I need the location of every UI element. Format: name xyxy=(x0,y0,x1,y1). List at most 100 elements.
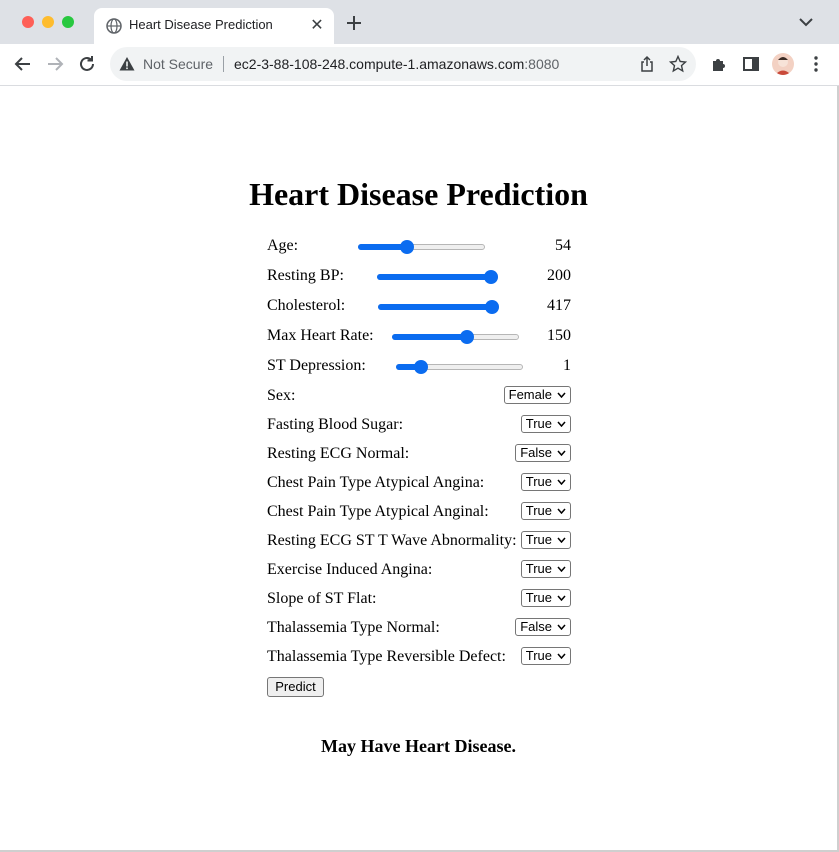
slope-st-flat-label: Slope of ST Flat: xyxy=(267,590,377,607)
resting-ecg-normal-label: Resting ECG Normal: xyxy=(267,445,410,462)
atypical-anginal-value: True xyxy=(525,503,552,518)
select-row-resting-ecg-normal: Resting ECG Normal: False xyxy=(267,442,572,471)
st-t-wave-value: True xyxy=(525,532,552,547)
exercise-angina-value: True xyxy=(525,561,552,576)
cholesterol-slider[interactable] xyxy=(378,300,499,314)
minimize-window-button[interactable] xyxy=(42,16,54,28)
select-row-thalassemia-reversible: Thalassemia Type Reversible Defect: True xyxy=(267,645,572,674)
close-window-button[interactable] xyxy=(22,16,34,28)
age-label: Age: xyxy=(267,237,299,254)
address-bar[interactable]: Not Secure ec2-3-88-108-248.compute-1.am… xyxy=(110,47,696,81)
chevron-down-icon xyxy=(557,624,566,630)
slider-thumb[interactable] xyxy=(414,360,429,374)
sex-label: Sex: xyxy=(267,387,296,404)
chevron-down-icon xyxy=(557,450,566,456)
exercise-angina-select[interactable]: True xyxy=(520,560,571,578)
atypical-anginal-label: Chest Pain Type Atypical Anginal: xyxy=(267,503,489,520)
fasting-blood-sugar-label: Fasting Blood Sugar: xyxy=(267,416,404,433)
max-heart-rate-slider[interactable] xyxy=(392,330,519,344)
sex-select[interactable]: Female xyxy=(503,386,571,404)
thalassemia-normal-select[interactable]: False xyxy=(515,618,571,636)
warning-icon xyxy=(119,57,135,71)
st-t-wave-select[interactable]: True xyxy=(520,531,571,549)
atypical-angina-select[interactable]: True xyxy=(520,473,571,491)
st-depression-value: 1 xyxy=(563,357,571,374)
st-depression-label: ST Depression: xyxy=(267,357,366,374)
select-row-thalassemia-normal: Thalassemia Type Normal: False xyxy=(267,616,572,645)
thalassemia-reversible-label: Thalassemia Type Reversible Defect: xyxy=(267,648,506,665)
chevron-down-icon xyxy=(557,479,566,485)
prediction-form: Age: 54 Resting BP: 200 Cholesterol: 417… xyxy=(267,234,572,704)
bookmark-star-icon[interactable] xyxy=(669,55,687,73)
extensions-puzzle-icon[interactable] xyxy=(709,54,729,74)
slider-thumb[interactable] xyxy=(459,330,474,344)
fasting-blood-sugar-select[interactable]: True xyxy=(520,415,571,433)
resting-ecg-normal-value: False xyxy=(520,445,552,460)
cholesterol-value: 417 xyxy=(547,297,571,314)
chevron-down-icon xyxy=(557,421,566,427)
chevron-down-icon xyxy=(557,508,566,514)
slider-fill xyxy=(378,304,492,310)
exercise-angina-label: Exercise Induced Angina: xyxy=(267,561,433,578)
select-row-fasting-blood-sugar: Fasting Blood Sugar: True xyxy=(267,413,572,442)
chevron-down-icon xyxy=(557,537,566,543)
st-t-wave-label: Resting ECG ST T Wave Abnormality: xyxy=(267,532,517,549)
st-depression-slider[interactable] xyxy=(396,360,523,374)
select-row-atypical-angina: Chest Pain Type Atypical Angina: True xyxy=(267,471,572,500)
url-host: ec2-3-88-108-248.compute-1.amazonaws.com xyxy=(234,56,525,72)
page-title: Heart Disease Prediction xyxy=(249,176,588,212)
reload-icon[interactable] xyxy=(77,54,97,74)
browser-tab[interactable]: Heart Disease Prediction ✕ xyxy=(94,8,334,44)
slider-fill xyxy=(392,334,467,340)
share-icon[interactable] xyxy=(638,55,656,73)
kebab-menu-icon[interactable] xyxy=(806,54,826,74)
new-tab-icon[interactable] xyxy=(344,13,364,33)
select-row-atypical-anginal: Chest Pain Type Atypical Anginal: True xyxy=(267,500,572,529)
slider-row-max-heart-rate: Max Heart Rate: 150 xyxy=(267,324,572,354)
atypical-angina-label: Chest Pain Type Atypical Angina: xyxy=(267,474,485,491)
profile-avatar[interactable] xyxy=(772,53,794,75)
back-arrow-icon[interactable] xyxy=(13,54,33,74)
atypical-angina-value: True xyxy=(525,474,552,489)
security-label[interactable]: Not Secure xyxy=(143,56,213,72)
thalassemia-normal-label: Thalassemia Type Normal: xyxy=(267,619,440,636)
url-port: :8080 xyxy=(524,56,560,72)
chevron-down-icon[interactable] xyxy=(798,16,814,28)
slider-thumb[interactable] xyxy=(485,300,499,314)
select-row-exercise-angina: Exercise Induced Angina: True xyxy=(267,558,572,587)
side-panel-icon[interactable] xyxy=(741,54,761,74)
thalassemia-normal-value: False xyxy=(520,619,552,634)
globe-icon xyxy=(106,18,122,34)
slope-st-flat-value: True xyxy=(525,590,552,605)
resting-ecg-normal-select[interactable]: False xyxy=(515,444,571,462)
age-slider[interactable] xyxy=(358,240,485,254)
close-tab-icon[interactable]: ✕ xyxy=(308,17,326,35)
fasting-blood-sugar-value: True xyxy=(525,416,552,431)
sex-select-value: Female xyxy=(508,387,552,402)
slope-st-flat-select[interactable]: True xyxy=(520,589,571,607)
select-row-slope-st-flat: Slope of ST Flat: True xyxy=(267,587,572,616)
cholesterol-label: Cholesterol: xyxy=(267,297,346,314)
slider-row-age: Age: 54 xyxy=(267,234,572,264)
address-divider xyxy=(223,56,224,72)
slider-row-resting-bp: Resting BP: 200 xyxy=(267,264,572,294)
forward-arrow-icon[interactable] xyxy=(45,54,65,74)
age-value: 54 xyxy=(555,237,571,254)
thalassemia-reversible-select[interactable]: True xyxy=(520,647,571,665)
predict-button[interactable]: Predict xyxy=(267,677,324,697)
select-row-sex: Sex: Female xyxy=(267,384,572,413)
chevron-down-icon xyxy=(557,392,566,398)
atypical-anginal-select[interactable]: True xyxy=(520,502,571,520)
url-text[interactable]: ec2-3-88-108-248.compute-1.amazonaws.com… xyxy=(234,56,559,72)
resting-bp-label: Resting BP: xyxy=(267,267,344,284)
profile-face-icon xyxy=(775,57,791,75)
thalassemia-reversible-value: True xyxy=(525,648,552,663)
slider-thumb[interactable] xyxy=(484,270,498,284)
maximize-window-button[interactable] xyxy=(62,16,74,28)
prediction-result: May Have Heart Disease. xyxy=(321,736,516,756)
slider-thumb[interactable] xyxy=(399,240,414,254)
slider-row-st-depression: ST Depression: 1 xyxy=(267,354,572,384)
resting-bp-slider[interactable] xyxy=(377,270,498,284)
max-heart-rate-value: 150 xyxy=(547,327,571,344)
chevron-down-icon xyxy=(557,653,566,659)
